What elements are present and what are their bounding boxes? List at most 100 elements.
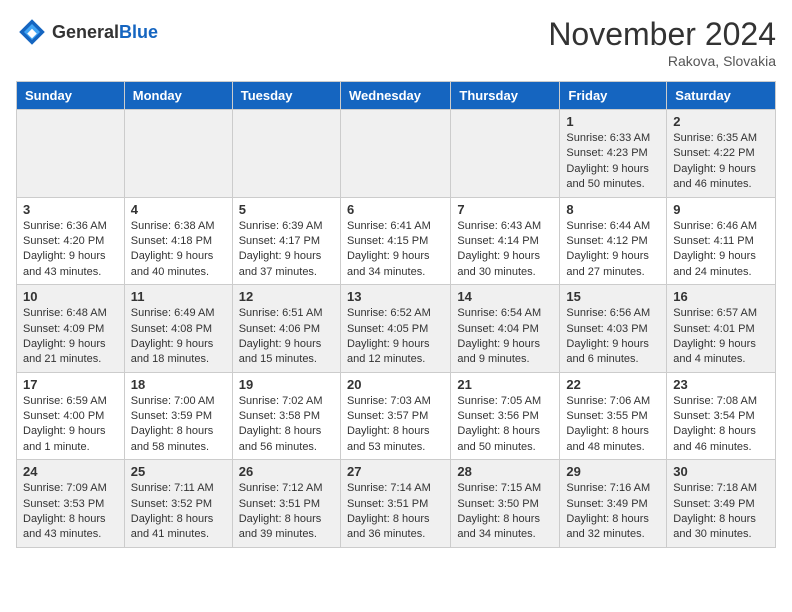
day-number: 1 xyxy=(566,114,660,129)
day-info: Sunrise: 6:56 AM Sunset: 4:03 PM Dayligh… xyxy=(566,306,660,368)
calendar-day-21: 21 Sunrise: 7:05 AM Sunset: 3:56 PM Dayli… xyxy=(451,372,560,460)
day-info: Sunrise: 6:44 AM Sunset: 4:12 PM Dayligh… xyxy=(566,219,660,281)
day-number: 26 xyxy=(239,464,334,479)
calendar-day-12: 12Sunrise: 6:51 AM Sunset: 4:06 PM Dayli… xyxy=(232,285,340,373)
day-info: Sunrise: 6:52 AM Sunset: 4:05 PM Dayligh… xyxy=(347,306,444,368)
calendar-day-14: 14 Sunrise: 6:54 AM Sunset: 4:04 PM Dayli… xyxy=(451,285,560,373)
logo-icon xyxy=(16,16,48,48)
weekday-header-sunday: Sunday xyxy=(17,82,125,110)
weekday-header-tuesday: Tuesday xyxy=(232,82,340,110)
calendar-day-2: 2Sunrise: 6:35 AM Sunset: 4:22 PM Daylig… xyxy=(667,110,776,198)
calendar-table: SundayMondayTuesdayWednesdayThursdayFrid… xyxy=(16,81,776,548)
calendar-day-11: 11Sunrise: 6:49 AM Sunset: 4:08 PM Dayli… xyxy=(124,285,232,373)
day-info: Sunrise: 7:08 AM Sunset: 3:54 PM Dayligh… xyxy=(673,394,769,456)
calendar-day-19: 19 Sunrise: 7:02 AM Sunset: 3:58 PM Dayli… xyxy=(232,372,340,460)
calendar-body: 1 Sunrise: 6:33 AM Sunset: 4:23 PM Daylig… xyxy=(17,110,776,548)
weekday-header-saturday: Saturday xyxy=(667,82,776,110)
calendar-day-20: 20Sunrise: 7:03 AM Sunset: 3:57 PM Dayli… xyxy=(340,372,450,460)
day-number: 16 xyxy=(673,289,769,304)
calendar-day-17: 17 Sunrise: 6:59 AM Sunset: 4:00 PM Dayli… xyxy=(17,372,125,460)
day-number: 27 xyxy=(347,464,444,479)
weekday-header-row: SundayMondayTuesdayWednesdayThursdayFrid… xyxy=(17,82,776,110)
calendar-day-22: 22 Sunrise: 7:06 AM Sunset: 3:55 PM Dayli… xyxy=(560,372,667,460)
day-number: 5 xyxy=(239,202,334,217)
weekday-header-thursday: Thursday xyxy=(451,82,560,110)
logo-blue: Blue xyxy=(119,22,158,42)
calendar-day-6: 6 Sunrise: 6:41 AM Sunset: 4:15 PM Daylig… xyxy=(340,197,450,285)
day-number: 22 xyxy=(566,377,660,392)
day-info: Sunrise: 6:43 AM Sunset: 4:14 PM Dayligh… xyxy=(457,219,553,281)
calendar-empty-cell xyxy=(451,110,560,198)
location: Rakova, Slovakia xyxy=(548,53,776,69)
day-number: 25 xyxy=(131,464,226,479)
day-info: Sunrise: 7:12 AM Sunset: 3:51 PM Dayligh… xyxy=(239,481,334,543)
day-number: 12 xyxy=(239,289,334,304)
calendar-day-1: 1 Sunrise: 6:33 AM Sunset: 4:23 PM Daylig… xyxy=(560,110,667,198)
calendar-week-row: 10 Sunrise: 6:48 AM Sunset: 4:09 PM Dayli… xyxy=(17,285,776,373)
day-info: Sunrise: 7:11 AM Sunset: 3:52 PM Dayligh… xyxy=(131,481,226,543)
calendar-empty-cell xyxy=(340,110,450,198)
day-info: Sunrise: 6:57 AM Sunset: 4:01 PM Dayligh… xyxy=(673,306,769,368)
day-info: Sunrise: 7:06 AM Sunset: 3:55 PM Dayligh… xyxy=(566,394,660,456)
weekday-header-friday: Friday xyxy=(560,82,667,110)
calendar-week-row: 3 Sunrise: 6:36 AM Sunset: 4:20 PM Daylig… xyxy=(17,197,776,285)
day-number: 21 xyxy=(457,377,553,392)
day-number: 15 xyxy=(566,289,660,304)
day-number: 17 xyxy=(23,377,118,392)
day-number: 13 xyxy=(347,289,444,304)
weekday-header-monday: Monday xyxy=(124,82,232,110)
page-header: GeneralBlue November 2024 Rakova, Slovak… xyxy=(16,16,776,69)
calendar-empty-cell xyxy=(17,110,125,198)
calendar-week-row: 1 Sunrise: 6:33 AM Sunset: 4:23 PM Daylig… xyxy=(17,110,776,198)
day-info: Sunrise: 6:54 AM Sunset: 4:04 PM Dayligh… xyxy=(457,306,553,368)
calendar-day-10: 10 Sunrise: 6:48 AM Sunset: 4:09 PM Dayli… xyxy=(17,285,125,373)
weekday-header-wednesday: Wednesday xyxy=(340,82,450,110)
day-info: Sunrise: 6:33 AM Sunset: 4:23 PM Dayligh… xyxy=(566,131,660,193)
day-info: Sunrise: 6:48 AM Sunset: 4:09 PM Dayligh… xyxy=(23,306,118,368)
day-number: 19 xyxy=(239,377,334,392)
day-info: Sunrise: 6:59 AM Sunset: 4:00 PM Dayligh… xyxy=(23,394,118,456)
calendar-day-26: 26 Sunrise: 7:12 AM Sunset: 3:51 PM Dayli… xyxy=(232,460,340,548)
calendar-day-28: 28Sunrise: 7:15 AM Sunset: 3:50 PM Dayli… xyxy=(451,460,560,548)
day-info: Sunrise: 6:38 AM Sunset: 4:18 PM Dayligh… xyxy=(131,219,226,281)
day-number: 30 xyxy=(673,464,769,479)
calendar-week-row: 24 Sunrise: 7:09 AM Sunset: 3:53 PM Dayli… xyxy=(17,460,776,548)
calendar-day-5: 5 Sunrise: 6:39 AM Sunset: 4:17 PM Daylig… xyxy=(232,197,340,285)
logo-general: General xyxy=(52,22,119,42)
day-info: Sunrise: 7:05 AM Sunset: 3:56 PM Dayligh… xyxy=(457,394,553,456)
day-info: Sunrise: 7:09 AM Sunset: 3:53 PM Dayligh… xyxy=(23,481,118,543)
day-info: Sunrise: 6:49 AM Sunset: 4:08 PM Dayligh… xyxy=(131,306,226,368)
day-number: 14 xyxy=(457,289,553,304)
day-info: Sunrise: 6:41 AM Sunset: 4:15 PM Dayligh… xyxy=(347,219,444,281)
day-info: Sunrise: 7:14 AM Sunset: 3:51 PM Dayligh… xyxy=(347,481,444,543)
day-info: Sunrise: 7:18 AM Sunset: 3:49 PM Dayligh… xyxy=(673,481,769,543)
day-number: 9 xyxy=(673,202,769,217)
day-number: 23 xyxy=(673,377,769,392)
day-number: 7 xyxy=(457,202,553,217)
day-info: Sunrise: 6:39 AM Sunset: 4:17 PM Dayligh… xyxy=(239,219,334,281)
calendar-day-29: 29 Sunrise: 7:16 AM Sunset: 3:49 PM Dayli… xyxy=(560,460,667,548)
day-number: 10 xyxy=(23,289,118,304)
day-number: 6 xyxy=(347,202,444,217)
calendar-day-16: 16 Sunrise: 6:57 AM Sunset: 4:01 PM Dayli… xyxy=(667,285,776,373)
calendar-day-25: 25 Sunrise: 7:11 AM Sunset: 3:52 PM Dayli… xyxy=(124,460,232,548)
day-info: Sunrise: 6:36 AM Sunset: 4:20 PM Dayligh… xyxy=(23,219,118,281)
day-info: Sunrise: 7:02 AM Sunset: 3:58 PM Dayligh… xyxy=(239,394,334,456)
day-number: 18 xyxy=(131,377,226,392)
calendar-day-15: 15 Sunrise: 6:56 AM Sunset: 4:03 PM Dayli… xyxy=(560,285,667,373)
day-info: Sunrise: 6:35 AM Sunset: 4:22 PM Dayligh… xyxy=(673,131,769,193)
logo: GeneralBlue xyxy=(16,16,158,48)
day-number: 4 xyxy=(131,202,226,217)
calendar-day-24: 24 Sunrise: 7:09 AM Sunset: 3:53 PM Dayli… xyxy=(17,460,125,548)
day-info: Sunrise: 7:16 AM Sunset: 3:49 PM Dayligh… xyxy=(566,481,660,543)
logo-text: GeneralBlue xyxy=(52,22,158,43)
day-info: Sunrise: 7:00 AM Sunset: 3:59 PM Dayligh… xyxy=(131,394,226,456)
calendar-day-18: 18 Sunrise: 7:00 AM Sunset: 3:59 PM Dayli… xyxy=(124,372,232,460)
day-info: Sunrise: 7:15 AM Sunset: 3:50 PM Dayligh… xyxy=(457,481,553,543)
day-number: 3 xyxy=(23,202,118,217)
calendar-day-3: 3 Sunrise: 6:36 AM Sunset: 4:20 PM Daylig… xyxy=(17,197,125,285)
calendar-day-4: 4 Sunrise: 6:38 AM Sunset: 4:18 PM Daylig… xyxy=(124,197,232,285)
day-number: 29 xyxy=(566,464,660,479)
day-number: 24 xyxy=(23,464,118,479)
calendar-week-row: 17 Sunrise: 6:59 AM Sunset: 4:00 PM Dayli… xyxy=(17,372,776,460)
